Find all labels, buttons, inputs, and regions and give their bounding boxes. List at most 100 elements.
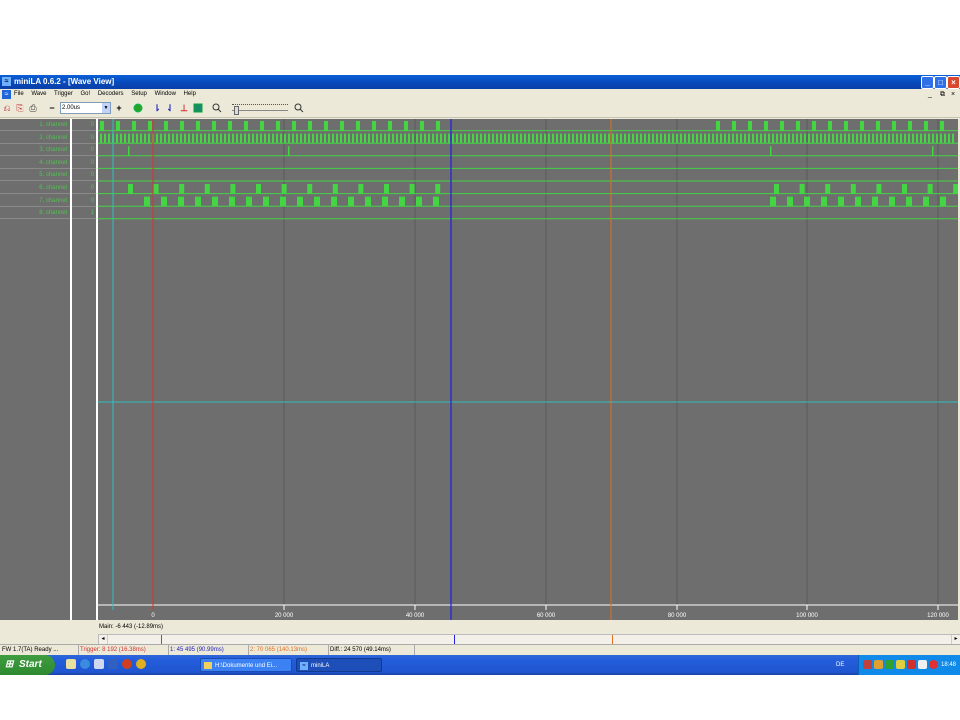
menu-decoders[interactable]: Decoders bbox=[98, 91, 124, 97]
export-icon[interactable] bbox=[193, 103, 203, 113]
minimize-button[interactable]: _ bbox=[921, 76, 934, 89]
language-indicator[interactable]: DE bbox=[836, 659, 844, 671]
start-button[interactable]: ⊞ Start bbox=[0, 655, 55, 675]
trigger-cursor-icon[interactable]: ⊥ bbox=[179, 103, 189, 113]
wave-pulse bbox=[748, 121, 752, 131]
wave-pulse bbox=[332, 133, 334, 144]
zoom-in-button[interactable]: + bbox=[114, 103, 124, 113]
magnify-plus-icon[interactable] bbox=[294, 103, 304, 113]
wave-pulse bbox=[908, 133, 910, 144]
channel-label-7[interactable]: 7. channel bbox=[0, 195, 70, 207]
slider-thumb[interactable] bbox=[234, 106, 239, 115]
wave-pulse bbox=[496, 133, 498, 144]
windows-logo-icon: ⊞ bbox=[5, 659, 14, 670]
mdi-minimize-button[interactable]: _ bbox=[928, 89, 932, 100]
channel-label-3[interactable]: 3. channel bbox=[0, 144, 70, 157]
waveform-canvas[interactable]: 0 20 000 40 000 60 000 80 000 100 000 120 000 bbox=[98, 119, 959, 623]
security-icon[interactable] bbox=[929, 660, 938, 669]
channel-label-2[interactable]: 2. channel bbox=[0, 132, 70, 144]
mdi-close-button[interactable]: × bbox=[951, 89, 955, 100]
print-icon[interactable]: ⎙ bbox=[28, 103, 38, 113]
wave-pulse bbox=[260, 133, 262, 144]
speaker-icon[interactable] bbox=[918, 660, 927, 669]
wave-pulse bbox=[308, 121, 312, 131]
tray-icon-2[interactable] bbox=[874, 660, 883, 669]
status-diff: Diff.: 24 570 (49.14ms) bbox=[328, 645, 415, 655]
save-icon[interactable]: ⎘ bbox=[15, 103, 25, 113]
taskbar-item-explorer[interactable]: H:\Dokumente und Ei... bbox=[200, 658, 292, 672]
wave-pulse bbox=[708, 133, 710, 144]
channel-label-5[interactable]: 5. channel bbox=[0, 169, 70, 182]
wave-pulse bbox=[927, 184, 933, 194]
tray-icon-5[interactable] bbox=[907, 660, 916, 669]
tray-icon-3[interactable] bbox=[885, 660, 894, 669]
taskbar-item-explorer-label: H:\Dokumente und Ei... bbox=[215, 663, 278, 669]
channel-value-6: 0 bbox=[72, 182, 96, 194]
wave-pulse bbox=[860, 121, 864, 131]
wave-pulse bbox=[516, 133, 518, 144]
wave-pulse bbox=[784, 133, 786, 144]
wave-pulse bbox=[608, 133, 610, 144]
zoom-slider[interactable] bbox=[232, 104, 288, 115]
wave-pulse bbox=[636, 133, 638, 144]
desktop-icon[interactable] bbox=[66, 659, 76, 669]
wave-pulse bbox=[770, 196, 776, 207]
wave-pulse bbox=[124, 133, 126, 144]
wave-pulse bbox=[592, 133, 594, 144]
mdi-child-icon[interactable]: ≈ bbox=[2, 90, 11, 99]
tray-icon-4[interactable] bbox=[896, 660, 905, 669]
tool-icon[interactable] bbox=[136, 659, 146, 669]
scroll-right-icon[interactable]: ▸ bbox=[951, 635, 960, 644]
scroll-left-icon[interactable]: ◂ bbox=[99, 635, 108, 644]
wave-pulse bbox=[774, 184, 779, 194]
tray-icon-1[interactable] bbox=[863, 660, 872, 669]
axis-tick-label: 40 000 bbox=[406, 613, 425, 619]
wave-pulse bbox=[508, 133, 510, 144]
channel-value-5: 0 bbox=[72, 169, 96, 182]
wave-pulse bbox=[568, 133, 570, 144]
channel-label-6[interactable]: 6. channel bbox=[0, 182, 70, 194]
mdi-restore-button[interactable]: ⧉ bbox=[940, 89, 945, 100]
app-icon[interactable] bbox=[108, 659, 118, 669]
taskbar-item-minila[interactable]: ≈ miniLA bbox=[296, 658, 382, 672]
wave-pulse bbox=[828, 121, 832, 131]
wave-pulse bbox=[612, 133, 614, 144]
title-bar[interactable]: ≈ miniLA 0.6.2 - [Wave View] _ □ × bbox=[0, 75, 960, 89]
media-icon[interactable] bbox=[122, 659, 132, 669]
menu-trigger[interactable]: Trigger bbox=[54, 91, 73, 97]
window-title: miniLA 0.6.2 - [Wave View] bbox=[14, 77, 115, 86]
wave-pulse bbox=[480, 133, 482, 144]
channel-label-4[interactable]: 4. channel bbox=[0, 157, 70, 169]
wave-pulse bbox=[544, 133, 546, 144]
close-button[interactable]: × bbox=[947, 76, 960, 89]
zoom-out-button[interactable]: − bbox=[47, 103, 57, 113]
wave-pulse bbox=[872, 196, 878, 207]
browser-icon[interactable] bbox=[80, 659, 90, 669]
cursor-2-icon[interactable]: ⇃ bbox=[165, 103, 175, 113]
menu-window[interactable]: Window bbox=[155, 91, 176, 97]
explorer-icon[interactable] bbox=[94, 659, 104, 669]
run-icon[interactable] bbox=[133, 103, 143, 113]
chevron-down-icon[interactable]: ▼ bbox=[102, 103, 110, 113]
wave-pulse bbox=[252, 133, 254, 144]
magnify-minus-icon[interactable] bbox=[212, 103, 222, 113]
wave-pulse bbox=[876, 121, 880, 131]
wave-pulse bbox=[184, 133, 186, 144]
channel-label-1[interactable]: 1. channel bbox=[0, 119, 70, 131]
menu-help[interactable]: Help bbox=[184, 91, 196, 97]
wave-pulse bbox=[712, 133, 714, 144]
maximize-button[interactable]: □ bbox=[934, 76, 947, 89]
menu-setup[interactable]: Setup bbox=[131, 91, 147, 97]
cursor-1-icon[interactable]: ⇂ bbox=[152, 103, 162, 113]
wave-pulse bbox=[216, 133, 218, 144]
wave-pulse bbox=[432, 133, 434, 144]
wave-pulse bbox=[940, 133, 942, 144]
menu-go[interactable]: Go! bbox=[81, 91, 91, 97]
channel-label-8[interactable]: 8. channel bbox=[0, 207, 70, 220]
wave-pulse bbox=[724, 133, 726, 144]
menu-wave[interactable]: Wave bbox=[31, 91, 46, 97]
menu-file[interactable]: File bbox=[14, 91, 24, 97]
timebase-select[interactable]: 2.00us ▼ bbox=[60, 102, 111, 114]
wave-pulse bbox=[358, 184, 364, 194]
open-icon[interactable]: ⎌ bbox=[2, 103, 12, 113]
